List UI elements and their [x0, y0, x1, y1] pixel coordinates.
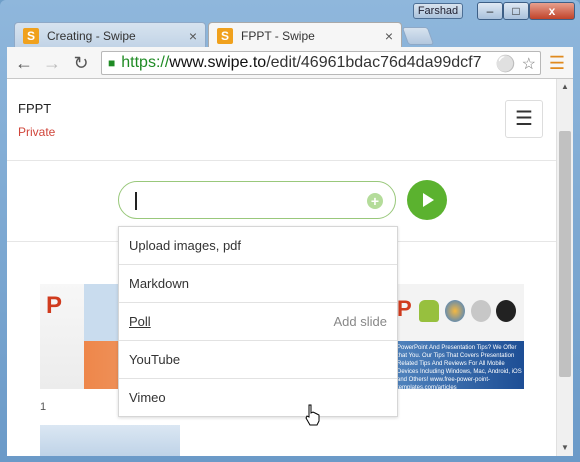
reload-icon[interactable]: ↻: [70, 52, 92, 74]
url-host: www.swipe.to: [169, 54, 267, 71]
menu-item-vimeo[interactable]: Vimeo: [119, 379, 397, 417]
add-slide-hint: Add slide: [333, 314, 387, 329]
new-tab-button[interactable]: [401, 27, 435, 45]
page-viewport: FPPT Private ☰ + P P PowerPoint And Pres…: [7, 79, 573, 456]
powerpoint-logo-icon: P: [46, 292, 63, 319]
windows-icon: [445, 300, 465, 322]
menu-item-youtube[interactable]: YouTube: [119, 341, 397, 379]
menu-item-poll[interactable]: Poll Add slide: [119, 303, 397, 341]
page-title: FPPT: [18, 101, 52, 116]
omnibox-actions: ⚪ ☆: [495, 54, 536, 74]
play-button[interactable]: [407, 180, 447, 220]
menu-item-label: Poll: [129, 314, 151, 329]
slide-thumbnail[interactable]: [40, 425, 180, 456]
forward-icon[interactable]: →: [41, 52, 63, 74]
url-path: /edit/46961bdac76d4da99dcf7: [266, 54, 482, 71]
tab-creating-swipe[interactable]: S Creating - Swipe ×: [14, 22, 206, 48]
menu-item-label: Upload images, pdf: [129, 238, 242, 253]
powerpoint-logo-icon: P: [397, 296, 412, 321]
close-window-button[interactable]: x: [529, 2, 575, 20]
divider: [7, 160, 556, 161]
hand-cursor-icon: [305, 404, 320, 426]
lock-icon: ■: [108, 56, 116, 70]
browser-toolbar: ← → ↻ ■ https:// www.swipe.to /edit/4696…: [7, 47, 573, 79]
key-icon[interactable]: ⚪: [496, 54, 516, 74]
scroll-up-icon[interactable]: ▲: [557, 79, 573, 95]
menu-item-label: YouTube: [129, 352, 181, 367]
privacy-label[interactable]: Private: [18, 125, 55, 139]
menu-item-label: Markdown: [129, 276, 189, 291]
plus-icon[interactable]: +: [367, 193, 383, 209]
swipe-favicon-icon: S: [217, 27, 233, 44]
text-caret: [135, 192, 137, 210]
scroll-thumb[interactable]: [559, 131, 571, 377]
tab-label: Creating - Swipe: [47, 28, 136, 43]
slide-number: 1: [40, 401, 47, 413]
url-scheme: https://: [121, 54, 170, 71]
tab-close-icon[interactable]: ×: [385, 28, 393, 44]
slide-text: PowerPoint And Presentation Tips? We Off…: [397, 345, 522, 389]
scroll-down-icon[interactable]: ▼: [557, 440, 573, 456]
address-bar[interactable]: ■ https:// www.swipe.to /edit/46961bdac7…: [101, 51, 541, 75]
blackberry-icon: [496, 300, 516, 322]
tab-fppt-swipe[interactable]: S FPPT - Swipe ×: [208, 22, 402, 48]
apple-icon: [471, 300, 491, 322]
android-icon: [419, 300, 439, 322]
slide-right-panel: P: [397, 284, 524, 341]
play-icon: [423, 193, 434, 207]
slide-left-panel: P: [40, 284, 84, 389]
menu-item-upload[interactable]: Upload images, pdf: [119, 227, 397, 265]
menu-icon[interactable]: ☰: [547, 52, 567, 74]
star-icon[interactable]: ☆: [522, 54, 536, 74]
maximize-button[interactable]: □: [503, 2, 529, 20]
swipe-favicon-icon: S: [23, 27, 39, 44]
tab-close-icon[interactable]: ×: [189, 28, 197, 44]
browser-window: Farshad – □ x S Creating - Swipe × S FPP…: [0, 0, 580, 462]
menu-item-markdown[interactable]: Markdown: [119, 265, 397, 303]
menu-item-label: Vimeo: [129, 390, 166, 405]
profile-badge[interactable]: Farshad: [413, 3, 463, 19]
minimize-button[interactable]: –: [477, 2, 503, 20]
hamburger-menu-button[interactable]: ☰: [505, 100, 543, 138]
tab-label: FPPT - Swipe: [241, 28, 315, 43]
add-content-dropdown: Upload images, pdf Markdown Poll Add sli…: [118, 226, 398, 417]
vertical-scrollbar[interactable]: ▲ ▼: [556, 79, 573, 456]
back-icon[interactable]: ←: [13, 52, 35, 74]
add-content-input[interactable]: +: [118, 181, 396, 219]
